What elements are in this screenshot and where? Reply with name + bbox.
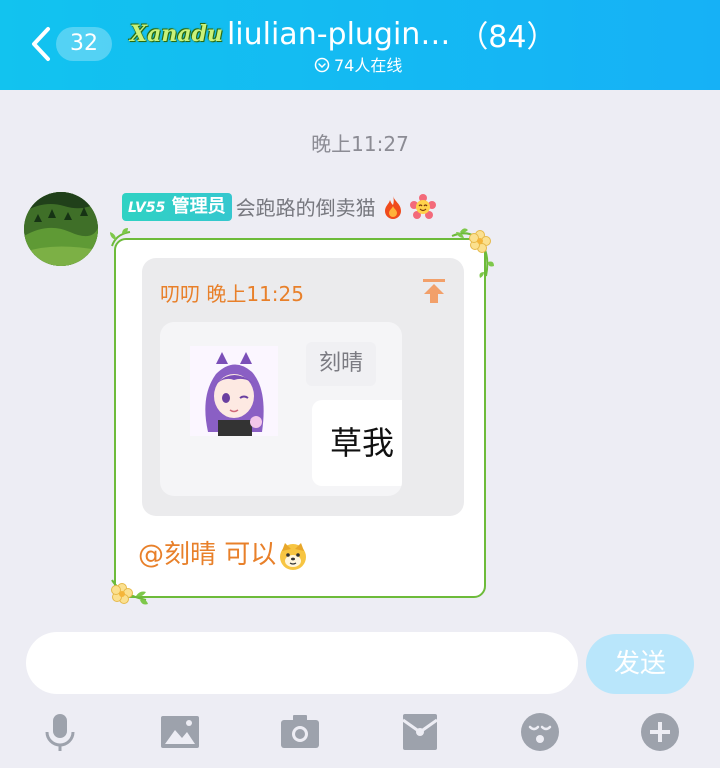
chevron-left-icon — [32, 27, 50, 61]
flower-decoration-icon — [111, 579, 148, 605]
quoted-image-name: 刻晴 — [306, 342, 376, 386]
flower-face-icon — [409, 193, 436, 219]
microphone-icon[interactable] — [40, 712, 80, 752]
input-bar: 发送 — [0, 618, 720, 768]
online-status[interactable]: 74人在线 — [314, 54, 402, 78]
back-button[interactable]: 32 — [22, 24, 122, 64]
send-button[interactable]: 发送 — [586, 634, 694, 694]
online-check-icon — [314, 57, 330, 73]
message-input[interactable] — [26, 632, 578, 694]
group-title-row[interactable]: Xanadu liulian-plugin… （84） — [130, 12, 557, 56]
level-prefix: LV — [128, 199, 146, 216]
plus-circle-icon[interactable] — [640, 712, 680, 752]
quoted-image[interactable]: 刻晴 草我 — [160, 322, 402, 496]
quoted-message-header: 叨叨 晚上11:25 — [160, 282, 304, 306]
avatar-image — [24, 192, 98, 266]
group-logo: Xanadu — [130, 21, 223, 47]
role-label: 管理员 — [171, 195, 226, 217]
sender-avatar[interactable] — [24, 192, 98, 266]
message-text-content: @刻晴 可以 — [138, 540, 277, 570]
level-number: 55 — [145, 199, 166, 216]
chat-header: 32 Xanadu liulian-plugin… （84） 74人在线 — [0, 0, 720, 90]
sender-name[interactable]: 会跑路的倒卖猫 — [236, 192, 376, 221]
doge-emoji-icon — [280, 542, 307, 570]
image-icon[interactable] — [160, 712, 200, 752]
anime-girl-sticker — [190, 346, 278, 436]
red-packet-icon[interactable] — [400, 712, 440, 752]
quoted-image-bubble-text: 草我 — [312, 400, 402, 486]
camera-icon[interactable] — [280, 712, 320, 752]
quoted-message-card[interactable]: 叨叨 晚上11:25 刻晴 草我 — [142, 258, 464, 516]
unread-count-badge: 32 — [56, 27, 112, 61]
jump-to-original-icon[interactable] — [422, 278, 446, 304]
group-name: liulian-plugin… — [226, 16, 451, 52]
message-timestamp: 晚上11:27 — [311, 132, 409, 156]
emoji-face-icon[interactable] — [520, 712, 560, 752]
sender-row: LV55 管理员 会跑路的倒卖猫 — [122, 192, 436, 222]
online-count-text: 74人在线 — [334, 56, 403, 75]
admin-level-badge: LV55 管理员 — [122, 192, 232, 221]
fire-icon — [384, 195, 401, 219]
leaf-decoration-icon — [110, 228, 131, 247]
message-text: @刻晴 可以 — [138, 534, 308, 571]
member-count: （84） — [458, 20, 557, 55]
